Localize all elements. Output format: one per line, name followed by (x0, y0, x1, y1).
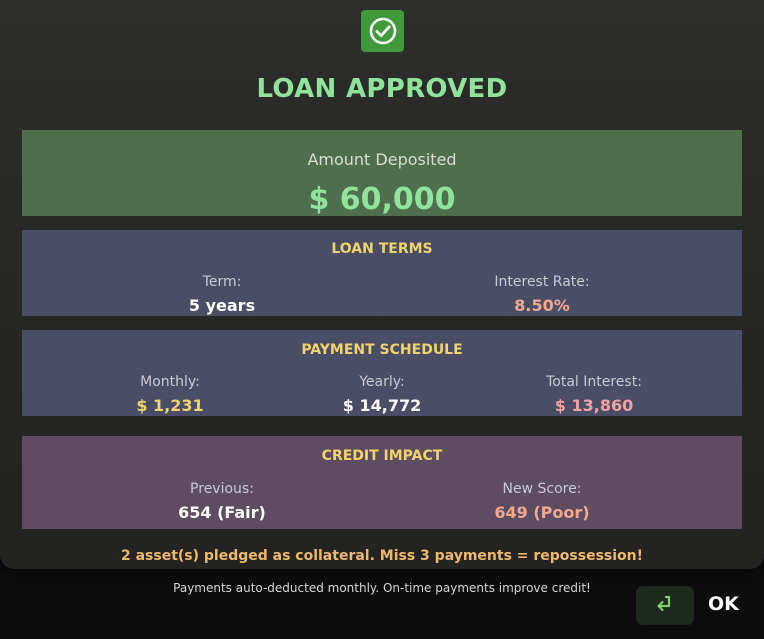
previous-score-value: 654 (Fair) (178, 503, 266, 522)
deposit-amount: $ 60,000 (308, 182, 456, 217)
interest-rate-label: Interest Rate: (494, 274, 590, 290)
monthly-value: $ 1,231 (136, 396, 204, 415)
interest-rate-cell: Interest Rate: 8.50% (442, 274, 642, 315)
term-label: Term: (202, 274, 242, 290)
yearly-value: $ 14,772 (342, 396, 422, 415)
yearly-label: Yearly: (359, 374, 405, 390)
loan-approved-dialog: LOAN APPROVED Amount Deposited $ 60,000 … (0, 0, 764, 569)
previous-score-label: Previous: (190, 481, 254, 497)
interest-rate-value: 8.50% (514, 296, 570, 315)
ok-label[interactable]: OK (708, 593, 739, 615)
new-score-value: 649 (Poor) (494, 503, 590, 522)
monthly-cell: Monthly: $ 1,231 (80, 374, 260, 415)
check-circle-icon (361, 10, 404, 52)
yearly-cell: Yearly: $ 14,772 (292, 374, 472, 415)
collateral-warning: 2 asset(s) pledged as collateral. Miss 3… (120, 548, 644, 564)
payment-schedule-title: PAYMENT SCHEDULE (301, 342, 463, 358)
term-value: 5 years (188, 296, 256, 315)
monthly-label: Monthly: (140, 374, 200, 390)
total-interest-cell: Total Interest: $ 13,860 (504, 374, 684, 415)
term-cell: Term: 5 years (122, 274, 322, 315)
dialog-title: LOAN APPROVED (256, 74, 508, 104)
loan-terms-panel: LOAN TERMS Term: 5 years Interest Rate: … (22, 230, 742, 316)
previous-score-cell: Previous: 654 (Fair) (122, 481, 322, 522)
enter-key-icon (654, 594, 676, 618)
loan-terms-title: LOAN TERMS (331, 241, 433, 257)
payment-schedule-panel: PAYMENT SCHEDULE Monthly: $ 1,231 Yearly… (22, 330, 742, 416)
new-score-label: New Score: (502, 481, 582, 497)
total-interest-value: $ 13,860 (554, 396, 634, 415)
total-interest-label: Total Interest: (546, 374, 642, 390)
credit-impact-panel: CREDIT IMPACT Previous: 654 (Fair) New S… (22, 436, 742, 529)
credit-impact-title: CREDIT IMPACT (321, 448, 443, 464)
ok-button[interactable] (636, 586, 694, 625)
new-score-cell: New Score: 649 (Poor) (442, 481, 642, 522)
deposit-panel: Amount Deposited $ 60,000 (22, 130, 742, 217)
deposit-label: Amount Deposited (307, 150, 457, 169)
